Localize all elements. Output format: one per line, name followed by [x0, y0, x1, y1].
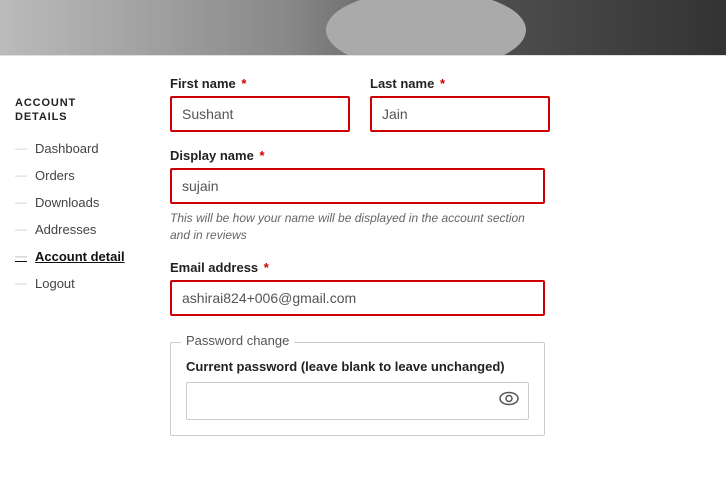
- nav-list: Dashboard Orders Downloads Addresses Acc…: [0, 135, 150, 297]
- sidebar-item-addresses[interactable]: Addresses: [0, 216, 150, 243]
- email-row: Email address *: [170, 260, 706, 316]
- current-password-wrapper: [186, 382, 529, 420]
- page-container: ACCOUNT DETAILS Dashboard Orders Downloa…: [0, 56, 726, 501]
- sidebar: ACCOUNT DETAILS Dashboard Orders Downloa…: [0, 56, 160, 501]
- first-name-label: First name *: [170, 76, 350, 91]
- sidebar-item-downloads[interactable]: Downloads: [0, 189, 150, 216]
- password-group: Password change Current password (leave …: [170, 332, 545, 436]
- password-change-legend: Password change: [181, 333, 294, 348]
- display-name-label: Display name *: [170, 148, 545, 163]
- last-name-input[interactable]: [370, 96, 550, 132]
- display-name-row: Display name * This will be how your nam…: [170, 148, 706, 244]
- main-content: First name * Last name * Di: [160, 56, 726, 501]
- header-banner: [0, 0, 726, 55]
- last-name-label: Last name *: [370, 76, 550, 91]
- sidebar-item-dashboard[interactable]: Dashboard: [0, 135, 150, 162]
- sidebar-item-orders[interactable]: Orders: [0, 162, 150, 189]
- current-password-label: Current password (leave blank to leave u…: [186, 359, 505, 374]
- password-change-box: Password change Current password (leave …: [170, 342, 545, 436]
- page-wrapper: ACCOUNT DETAILS Dashboard Orders Downloa…: [0, 0, 726, 501]
- password-row: Password change Current password (leave …: [170, 332, 706, 436]
- display-name-input[interactable]: [170, 168, 545, 204]
- display-name-hint: This will be how your name will be displ…: [170, 210, 545, 244]
- first-name-input[interactable]: [170, 96, 350, 132]
- last-name-group: Last name *: [370, 76, 550, 132]
- current-password-input[interactable]: [186, 382, 529, 420]
- name-row: First name * Last name *: [170, 76, 706, 132]
- first-name-group: First name *: [170, 76, 350, 132]
- sidebar-item-logout[interactable]: Logout: [0, 270, 150, 297]
- email-group: Email address *: [170, 260, 545, 316]
- email-label: Email address *: [170, 260, 545, 275]
- email-input[interactable]: [170, 280, 545, 316]
- sidebar-item-account-detail[interactable]: Account detail: [0, 243, 150, 270]
- show-password-icon[interactable]: [499, 391, 519, 410]
- display-name-group: Display name * This will be how your nam…: [170, 148, 545, 244]
- section-label: ACCOUNT DETAILS: [0, 76, 150, 135]
